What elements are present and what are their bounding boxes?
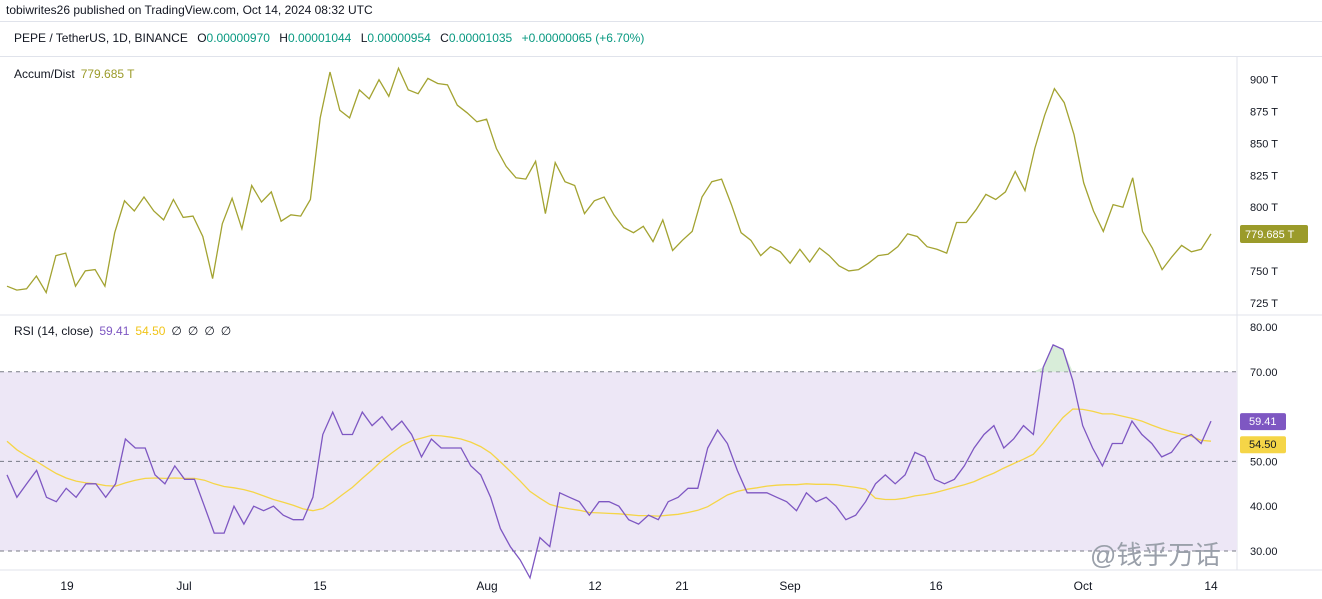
time-tick-label: Jul (176, 579, 191, 593)
rsi-tick-label: 50.00 (1250, 456, 1278, 468)
ad-tick-label: 725 T (1250, 298, 1278, 310)
rsi-ma-last-value-label: 54.50 (1249, 439, 1277, 451)
ad-tick-label: 750 T (1250, 266, 1278, 278)
rsi-title: RSI (14, close) (14, 324, 94, 338)
rsi-extra-3: ∅ (204, 324, 215, 338)
ad-title: Accum/Dist (14, 67, 75, 81)
rsi-tick-label: 30.00 (1250, 546, 1278, 558)
rsi-legend[interactable]: RSI (14, close) 59.41 54.50 ∅ ∅ ∅ ∅ (14, 324, 231, 338)
time-tick-label: Sep (779, 579, 801, 593)
price-chart[interactable]: 900 T 875 T 850 T 825 T 800 T 750 T 725 T 779.6… (0, 0, 1322, 599)
rsi-overbought-fill (1033, 344, 1073, 372)
ad-legend[interactable]: Accum/Dist 779.685 T (14, 67, 135, 81)
time-tick-label: 14 (1204, 579, 1218, 593)
time-tick-label: Oct (1074, 579, 1093, 593)
time-tick-label: 15 (313, 579, 327, 593)
time-tick-label: 19 (60, 579, 74, 593)
rsi-last-value-label: 59.41 (1249, 416, 1277, 428)
ad-tick-label: 825 T (1250, 170, 1278, 182)
rsi-legend-value: 59.41 (99, 324, 130, 338)
rsi-extra-1: ∅ (171, 324, 182, 338)
rsi-extra-4: ∅ (220, 324, 232, 338)
rsi-ma-legend-value: 54.50 (135, 324, 166, 338)
watermark: @钱乎万话 (1090, 540, 1221, 570)
ad-legend-value: 779.685 T (80, 67, 135, 81)
time-tick-label: 16 (929, 579, 943, 593)
rsi-tick-label: 80.00 (1250, 322, 1278, 334)
ad-line (6, 66, 1212, 295)
ad-tick-label: 900 T (1250, 75, 1278, 87)
rsi-tick-label: 70.00 (1250, 367, 1278, 379)
time-tick-label: 12 (588, 579, 602, 593)
rsi-extra-2: ∅ (187, 324, 199, 338)
ad-tick-label: 850 T (1250, 138, 1278, 150)
time-tick-label: Aug (476, 579, 497, 593)
ad-tick-label: 800 T (1250, 202, 1278, 214)
rsi-tick-label: 40.00 (1250, 501, 1278, 513)
ad-tick-label: 875 T (1250, 107, 1278, 119)
time-tick-label: 21 (675, 579, 689, 593)
ad-last-value-label: 779.685 T (1245, 229, 1295, 241)
